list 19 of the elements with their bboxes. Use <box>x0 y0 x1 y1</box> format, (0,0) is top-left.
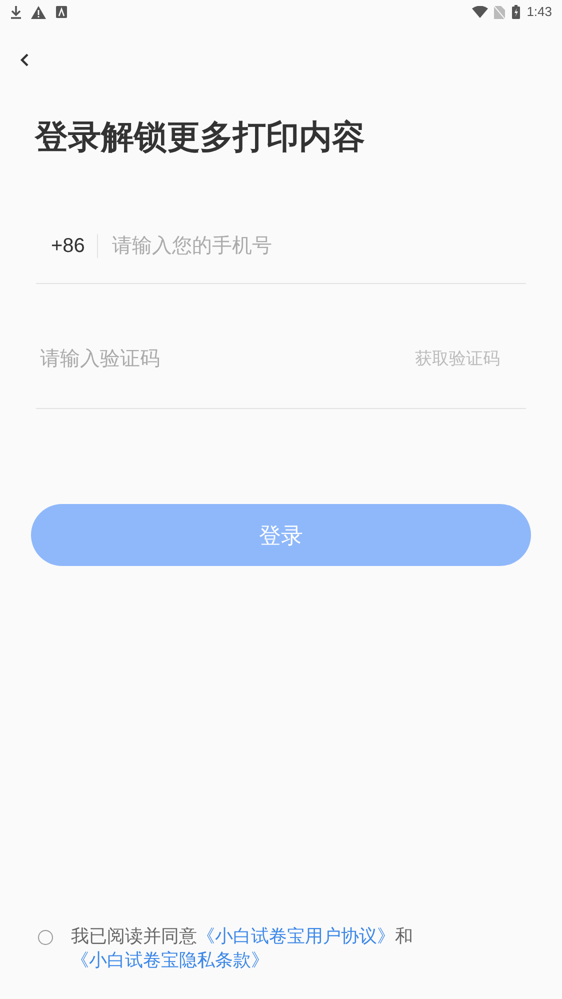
battery-charging-icon <box>512 5 520 19</box>
wifi-icon <box>472 6 488 18</box>
agreement-text: 我已阅读并同意《小白试卷宝用户协议》和 《小白试卷宝隐私条款》 <box>71 925 414 972</box>
code-input[interactable]: 请输入验证码 <box>40 344 415 374</box>
clock-time: 1:43 <box>526 3 552 22</box>
phone-field[interactable]: +86 请输入您的手机号 <box>36 209 526 284</box>
privacy-policy-link[interactable]: 《小白试卷宝隐私条款》 <box>71 950 269 970</box>
phone-input[interactable]: 请输入您的手机号 <box>112 231 526 261</box>
country-code[interactable]: +86 <box>51 234 98 258</box>
code-field[interactable]: 请输入验证码 获取验证码 <box>36 309 526 409</box>
back-icon <box>20 53 28 67</box>
warning-icon <box>31 6 46 18</box>
app-notification-icon <box>56 6 67 18</box>
no-sim-icon <box>494 6 505 18</box>
download-icon <box>10 5 22 19</box>
get-code-button[interactable]: 获取验证码 <box>415 346 500 372</box>
agree-radio[interactable] <box>38 930 53 945</box>
user-agreement-link[interactable]: 《小白试卷宝用户协议》 <box>197 926 395 946</box>
page-title: 登录解锁更多打印内容 <box>35 117 366 157</box>
